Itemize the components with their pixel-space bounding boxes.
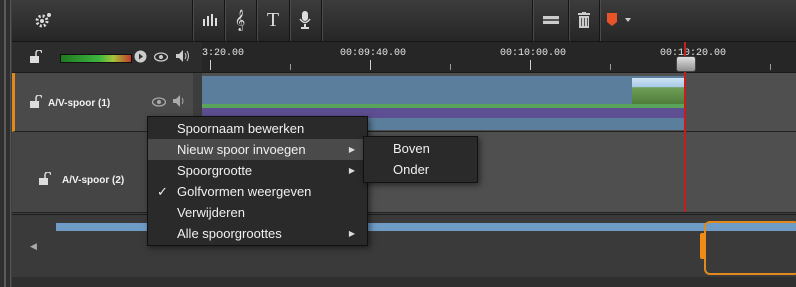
eye-icon[interactable]	[153, 51, 169, 65]
track-name: A/V-spoor (2)	[62, 175, 125, 186]
audio-level-meter	[60, 54, 132, 63]
insert-track-submenu: Boven Onder	[363, 136, 478, 183]
track-context-menu: Spoornaam bewerken Nieuw spoor invoegen …	[147, 116, 368, 246]
lock-icon[interactable]	[30, 49, 43, 66]
menu-item-delete[interactable]: Verwijderen	[148, 202, 367, 223]
clip-thumbnail	[632, 78, 684, 104]
eye-icon[interactable]	[151, 96, 167, 110]
timeline-overview[interactable]: ◀	[12, 214, 796, 277]
trash-icon[interactable]	[573, 7, 595, 33]
audio-mixer-icon[interactable]	[198, 7, 224, 33]
bottom-strip	[12, 277, 796, 287]
track-name: A/V-spoor (1)	[48, 98, 111, 109]
scroll-left-icon[interactable]: ◀	[30, 241, 37, 252]
play-circle-icon[interactable]	[134, 50, 147, 66]
text-icon[interactable]: T	[260, 7, 286, 33]
menu-item-above[interactable]: Boven	[364, 138, 477, 159]
marker-icon[interactable]	[602, 7, 638, 33]
overview-selection[interactable]	[704, 221, 796, 275]
timeline-toolbar: 𝄞 T	[12, 0, 796, 42]
speaker-icon[interactable]	[176, 50, 190, 65]
razor-icon[interactable]	[540, 7, 562, 33]
gear-icon[interactable]	[30, 7, 56, 33]
ruler-label: 00:09:40.00	[340, 48, 407, 59]
submenu-arrow-icon: ▶	[348, 166, 355, 175]
lock-icon[interactable]	[30, 94, 43, 111]
submenu-arrow-icon: ▶	[348, 229, 355, 238]
menu-item-all-track-sizes[interactable]: Alle spoorgroottes ▶	[148, 223, 367, 244]
ruler-label: 3:20.00	[202, 48, 245, 59]
lock-icon[interactable]	[39, 171, 52, 188]
menu-item-track-size[interactable]: Spoorgrootte ▶	[148, 160, 367, 181]
speaker-icon[interactable]	[173, 95, 187, 110]
menu-item-below[interactable]: Onder	[364, 159, 477, 180]
music-icon[interactable]: 𝄞	[227, 7, 253, 33]
submenu-arrow-icon: ▶	[348, 145, 355, 154]
checkmark-icon: ✓	[157, 183, 168, 199]
menu-item-rename-track[interactable]: Spoornaam bewerken	[148, 118, 367, 139]
microphone-icon[interactable]	[292, 7, 318, 33]
menu-item-show-waveforms[interactable]: ✓ Golfvormen weergeven	[148, 181, 367, 202]
overview-selection-handle[interactable]	[700, 233, 706, 259]
ruler-label: 00:10:00.00	[500, 48, 567, 59]
window-edge	[0, 0, 11, 287]
menu-item-insert-track[interactable]: Nieuw spoor invoegen ▶	[148, 139, 367, 160]
playhead-handle[interactable]	[676, 56, 696, 72]
time-ruler[interactable]: 3:20.00 00:09:40.00 00:10:00.00 00:10:20…	[202, 42, 796, 72]
